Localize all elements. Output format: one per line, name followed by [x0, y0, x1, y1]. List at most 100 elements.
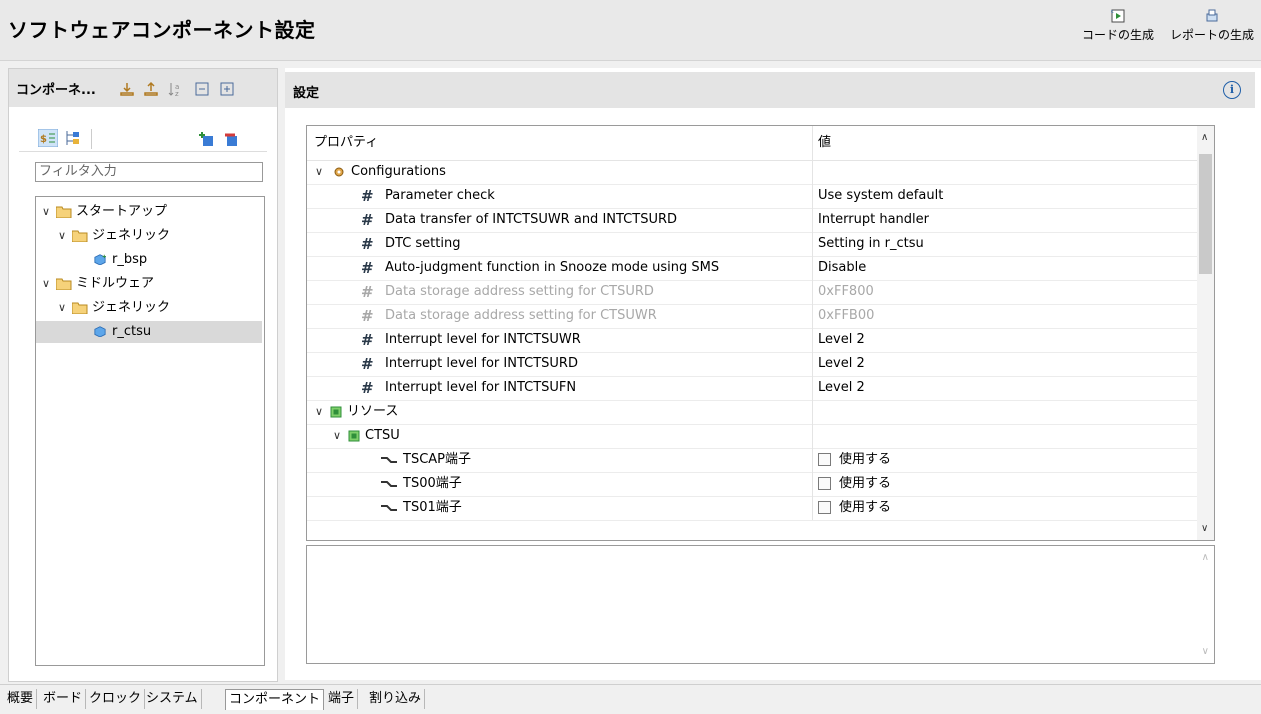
property-grid: プロパティ 値 ∨ Configurations # Parameter chec…: [306, 125, 1215, 541]
property-name: Parameter check: [385, 188, 495, 203]
generate-code-button[interactable]: c コードの生成: [1082, 8, 1154, 43]
pin-name: TS01端子: [403, 500, 462, 515]
chevron-down-icon[interactable]: ∨: [315, 160, 327, 184]
chevron-down-icon[interactable]: ∨: [315, 400, 327, 424]
tab-board[interactable]: ボード: [40, 689, 87, 709]
property-value[interactable]: Disable: [818, 256, 1198, 280]
tree-item-r-ctsu[interactable]: r_ctsu: [36, 321, 262, 343]
property-row[interactable]: # Auto-judgment function in Snooze mode u…: [307, 256, 1197, 281]
chevron-down-icon[interactable]: ∨: [58, 225, 70, 247]
property-value[interactable]: Level 2: [818, 328, 1198, 352]
scroll-up-icon[interactable]: ∧: [1201, 132, 1208, 143]
bottom-tabs: 概要 ボード クロック システム コンポーネント 端子 割り込み: [0, 684, 1261, 714]
folder-open-icon: [72, 230, 88, 242]
group-label: CTSU: [365, 428, 400, 443]
property-name-cell: # Interrupt level for INTCTSURD: [307, 352, 813, 376]
tab-system[interactable]: システム: [143, 689, 202, 709]
header: ソフトウェアコンポーネント設定 c コードの生成 レポートの生成: [0, 0, 1261, 61]
toolbar-divider: [91, 129, 92, 149]
property-value[interactable]: Interrupt handler: [818, 208, 1198, 232]
pin-name-cell: TS00端子: [307, 472, 813, 496]
column-header-value[interactable]: 値: [818, 126, 1198, 160]
sort-icon[interactable]: az: [167, 81, 183, 97]
description-area[interactable]: ∧ ∨: [306, 545, 1215, 664]
property-name-cell: # Data transfer of INTCTSUWR and INTCTSUR…: [307, 208, 813, 232]
pin-name-cell: TSCAP端子: [307, 448, 813, 472]
generate-report-button[interactable]: レポートの生成: [1170, 8, 1254, 43]
tree-item-r-bsp[interactable]: r_bsp: [36, 249, 262, 271]
property-value[interactable]: 0xFF800: [818, 280, 1198, 304]
use-checkbox-label: 使用する: [839, 452, 892, 467]
vertical-scrollbar[interactable]: ∧ ∨: [1197, 126, 1214, 540]
property-value[interactable]: Level 2: [818, 352, 1198, 376]
scroll-down-icon[interactable]: ∨: [1201, 523, 1208, 534]
add-component-icon[interactable]: [199, 131, 217, 147]
tab-overview[interactable]: 概要: [4, 689, 38, 709]
collapse-all-icon[interactable]: [194, 81, 210, 97]
chevron-down-icon[interactable]: ∨: [42, 273, 54, 295]
chevron-down-icon[interactable]: ∨: [333, 424, 345, 448]
pin-row[interactable]: TS00端子 使用する: [307, 472, 1197, 497]
tab-component[interactable]: コンポーネント: [225, 689, 325, 710]
scrollbar-thumb[interactable]: [1199, 154, 1212, 274]
pin-row[interactable]: TSCAP端子 使用する: [307, 448, 1197, 473]
column-header-property[interactable]: プロパティ: [307, 126, 813, 160]
group-cell: ∨ リソース: [307, 400, 813, 424]
hash-icon: #: [361, 259, 374, 277]
group-row-configurations[interactable]: ∨ Configurations: [307, 160, 1197, 185]
scroll-down-icon[interactable]: ∨: [1202, 646, 1209, 657]
info-icon[interactable]: i: [1223, 81, 1241, 99]
use-checkbox[interactable]: [818, 501, 831, 514]
export-icon[interactable]: [143, 81, 159, 97]
tab-pins[interactable]: 端子: [325, 689, 359, 709]
property-row[interactable]: # Data storage address setting for CTSURD…: [307, 280, 1197, 305]
filter-input[interactable]: フィルタ入力: [35, 162, 263, 182]
group-row-ctsu[interactable]: ∨ CTSU: [307, 424, 1197, 449]
property-row[interactable]: # Interrupt level for INTCTSUFN Level 2: [307, 376, 1197, 401]
folder-open-icon: [72, 302, 88, 314]
tree-item-label: ジェネリック: [92, 300, 171, 315]
property-row[interactable]: # Parameter check Use system default: [307, 184, 1197, 209]
pin-value-cell: 使用する: [818, 472, 1198, 496]
expand-all-icon[interactable]: [219, 81, 235, 97]
pin-value-cell: 使用する: [818, 496, 1198, 520]
tab-clock[interactable]: クロック: [86, 689, 146, 709]
svg-text:$: $: [40, 134, 47, 145]
property-row[interactable]: # Interrupt level for INTCTSURD Level 2: [307, 352, 1197, 377]
property-row[interactable]: # Data transfer of INTCTSUWR and INTCTSUR…: [307, 208, 1197, 233]
pin-row[interactable]: TS01端子 使用する: [307, 496, 1197, 521]
scroll-up-icon[interactable]: ∧: [1202, 552, 1209, 563]
property-value[interactable]: Setting in r_ctsu: [818, 232, 1198, 256]
pin-icon: [381, 457, 397, 463]
use-checkbox[interactable]: [818, 453, 831, 466]
property-row[interactable]: # Interrupt level for INTCTSUWR Level 2: [307, 328, 1197, 353]
group-row-resources[interactable]: ∨ リソース: [307, 400, 1197, 425]
grid-header: プロパティ 値: [307, 126, 1197, 161]
type-view-icon[interactable]: $: [38, 129, 58, 147]
tree-item-startup[interactable]: ∨ スタートアップ: [36, 201, 262, 223]
pin-name-cell: TS01端子: [307, 496, 813, 520]
hierarchy-view-icon[interactable]: [64, 129, 82, 147]
tree-item-generic[interactable]: ∨ ジェネリック: [36, 225, 262, 247]
tree-item-generic-2[interactable]: ∨ ジェネリック: [36, 297, 262, 319]
chevron-down-icon[interactable]: ∨: [42, 201, 54, 223]
property-row[interactable]: # Data storage address setting for CTSUWR…: [307, 304, 1197, 329]
remove-component-icon[interactable]: [223, 131, 241, 147]
property-name: Data transfer of INTCTSUWR and INTCTSURD: [385, 212, 678, 227]
property-value[interactable]: Level 2: [818, 376, 1198, 400]
property-value[interactable]: 0xFFB00: [818, 304, 1198, 328]
property-name: Interrupt level for INTCTSUFN: [385, 380, 577, 395]
tab-interrupts[interactable]: 割り込み: [366, 689, 426, 709]
use-checkbox[interactable]: [818, 477, 831, 490]
tree-item-label: スタートアップ: [76, 204, 168, 219]
property-name-cell: # Interrupt level for INTCTSUFN: [307, 376, 813, 400]
property-name-cell: # Data storage address setting for CTSUWR: [307, 304, 813, 328]
group-value-cell: [818, 400, 1198, 424]
property-value[interactable]: Use system default: [818, 184, 1198, 208]
import-icon[interactable]: [119, 81, 135, 97]
chevron-down-icon[interactable]: ∨: [58, 297, 70, 319]
tree-item-middleware[interactable]: ∨ ミドルウェア: [36, 273, 262, 295]
settings-panel: 設定 i プロパティ 値 ∨ Configurations # Parameter…: [285, 68, 1261, 680]
property-name-cell: # Data storage address setting for CTSURD: [307, 280, 813, 304]
property-row[interactable]: # DTC setting Setting in r_ctsu: [307, 232, 1197, 257]
